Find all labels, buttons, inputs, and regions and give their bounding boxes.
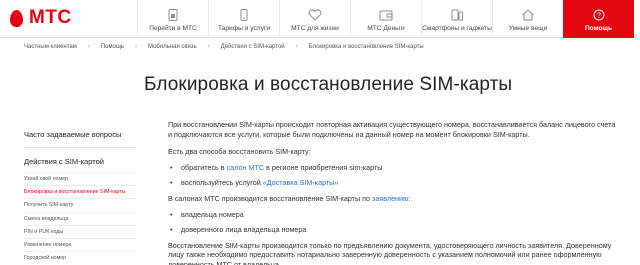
nav-label: МТС для жизни (291, 25, 339, 32)
smart-home-icon (522, 9, 534, 21)
sidebar: Часто задаваемые вопросы Действия с SIM-… (24, 130, 136, 264)
paragraph-two-ways: Есть два способа восстановить SIM-карту: (168, 147, 311, 157)
breadcrumb-item[interactable]: Действия с SIM-картой (221, 44, 285, 50)
sidebar-item-know-number[interactable]: Узнай свой номер (24, 172, 136, 185)
mts-logo[interactable]: МТС (10, 8, 72, 28)
article-content: При восстановлении SIM-карты происходит … (168, 120, 616, 265)
nav-item-smartphones[interactable]: Смартфоны и гаджеты (421, 0, 492, 38)
sidebar-item-pin-puk[interactable]: PIN и PUK коды (24, 224, 136, 238)
paragraph-restore-info: При восстановлении SIM-карты происходит … (168, 120, 616, 139)
nav-label: Тарифы и услуги (217, 25, 270, 32)
main-nav: Перейти в МТС Тарифы и услуги МТС для жи… (137, 0, 634, 38)
list-item-text: в регионе приобретения sim-карты (264, 162, 383, 172)
sidebar-item-change-number[interactable]: Изменение номера (24, 237, 136, 251)
paragraph-salon-restore: В салонах МТС производится восстановлени… (168, 194, 616, 204)
list-item: обратитесь в салон МТС в регионе приобре… (168, 163, 616, 173)
sim-delivery-link[interactable]: «Доставка SIM-карты» (263, 178, 339, 187)
top-header: МТС Перейти в МТС Тарифы и услуги МТС дл… (0, 0, 640, 38)
heart-icon (308, 9, 322, 21)
sim-card-icon (168, 9, 178, 21)
list-item: воспользуйтесь услугой «Доставка SIM-кар… (168, 178, 616, 188)
list-item: владельца номера (168, 210, 616, 220)
application-link[interactable]: заявлению (372, 194, 408, 203)
breadcrumb-item[interactable]: Мобильная связь (148, 44, 197, 50)
smartphone-icon (451, 9, 463, 21)
phone-icon (240, 9, 248, 21)
nav-item-perejti[interactable]: Перейти в МТС (137, 0, 208, 38)
breadcrumb: Частным клиентам › Помощь › Мобильная св… (24, 44, 424, 50)
paragraph-text: : (408, 193, 411, 203)
sidebar-submenu: Узнай свой номер Блокировка и восстановл… (24, 172, 136, 264)
paragraph-text: В салонах МТС производится восстановлени… (168, 193, 373, 203)
list-item-text: обратитесь в (181, 162, 227, 172)
logo-text: МТС (29, 7, 72, 28)
breadcrumb-item[interactable]: Частным клиентам (24, 44, 77, 50)
wallet-icon (379, 10, 393, 21)
nav-item-help[interactable]: ? Помощь (563, 0, 634, 38)
nav-item-smart-things[interactable]: Умные вещи (492, 0, 563, 38)
nav-label: Помощь (584, 25, 613, 32)
paragraph-documents: Восстановление SIM-карты производится то… (168, 240, 612, 265)
sidebar-item-block-restore[interactable]: Блокировка и восстановление SIM-карты (24, 185, 136, 198)
sidebar-item-change-owner[interactable]: Смена владельца (24, 211, 136, 225)
help-icon: ? (593, 9, 604, 21)
sidebar-faq-link[interactable]: Часто задаваемые вопросы (24, 130, 136, 148)
breadcrumb-separator: › (295, 44, 298, 50)
svg-text:?: ? (597, 12, 601, 19)
breadcrumb-separator: › (207, 44, 210, 50)
applicants-list: владельца номера доверенного лица владел… (168, 210, 616, 235)
nav-item-dengi[interactable]: МТС Деньги (350, 0, 421, 38)
nav-item-dlya-zhizni[interactable]: МТС для жизни (279, 0, 350, 38)
sidebar-item-get-sim[interactable]: Получить SIM-карту (24, 198, 136, 211)
nav-item-tarify[interactable]: Тарифы и услуги (208, 0, 279, 38)
list-item-text: воспользуйтесь услугой (181, 178, 263, 188)
breadcrumb-separator: › (135, 44, 138, 50)
nav-label: Смартфоны и гаджеты (422, 25, 492, 32)
nav-label: Умные вещи (508, 25, 548, 32)
breadcrumb-item[interactable]: Помощь (101, 44, 124, 50)
list-item: доверенного лица владельца номера (168, 225, 616, 235)
nav-label: Перейти в МТС (149, 25, 197, 32)
mts-egg-icon (10, 9, 23, 27)
sidebar-section-sim-actions[interactable]: Действия с SIM-картой (24, 157, 136, 172)
breadcrumb-current: Блокировка и восстановление SIM-карты (308, 44, 424, 50)
sidebar-item-city-number[interactable]: Городской номер (24, 251, 136, 264)
salon-mts-link[interactable]: салон МТС (227, 163, 264, 172)
page-title: Блокировка и восстановление SIM-карты (144, 74, 513, 95)
ways-list: обратитесь в салон МТС в регионе приобре… (168, 163, 616, 188)
nav-label: МТС Деньги (367, 25, 405, 32)
breadcrumb-separator: › (87, 44, 90, 50)
